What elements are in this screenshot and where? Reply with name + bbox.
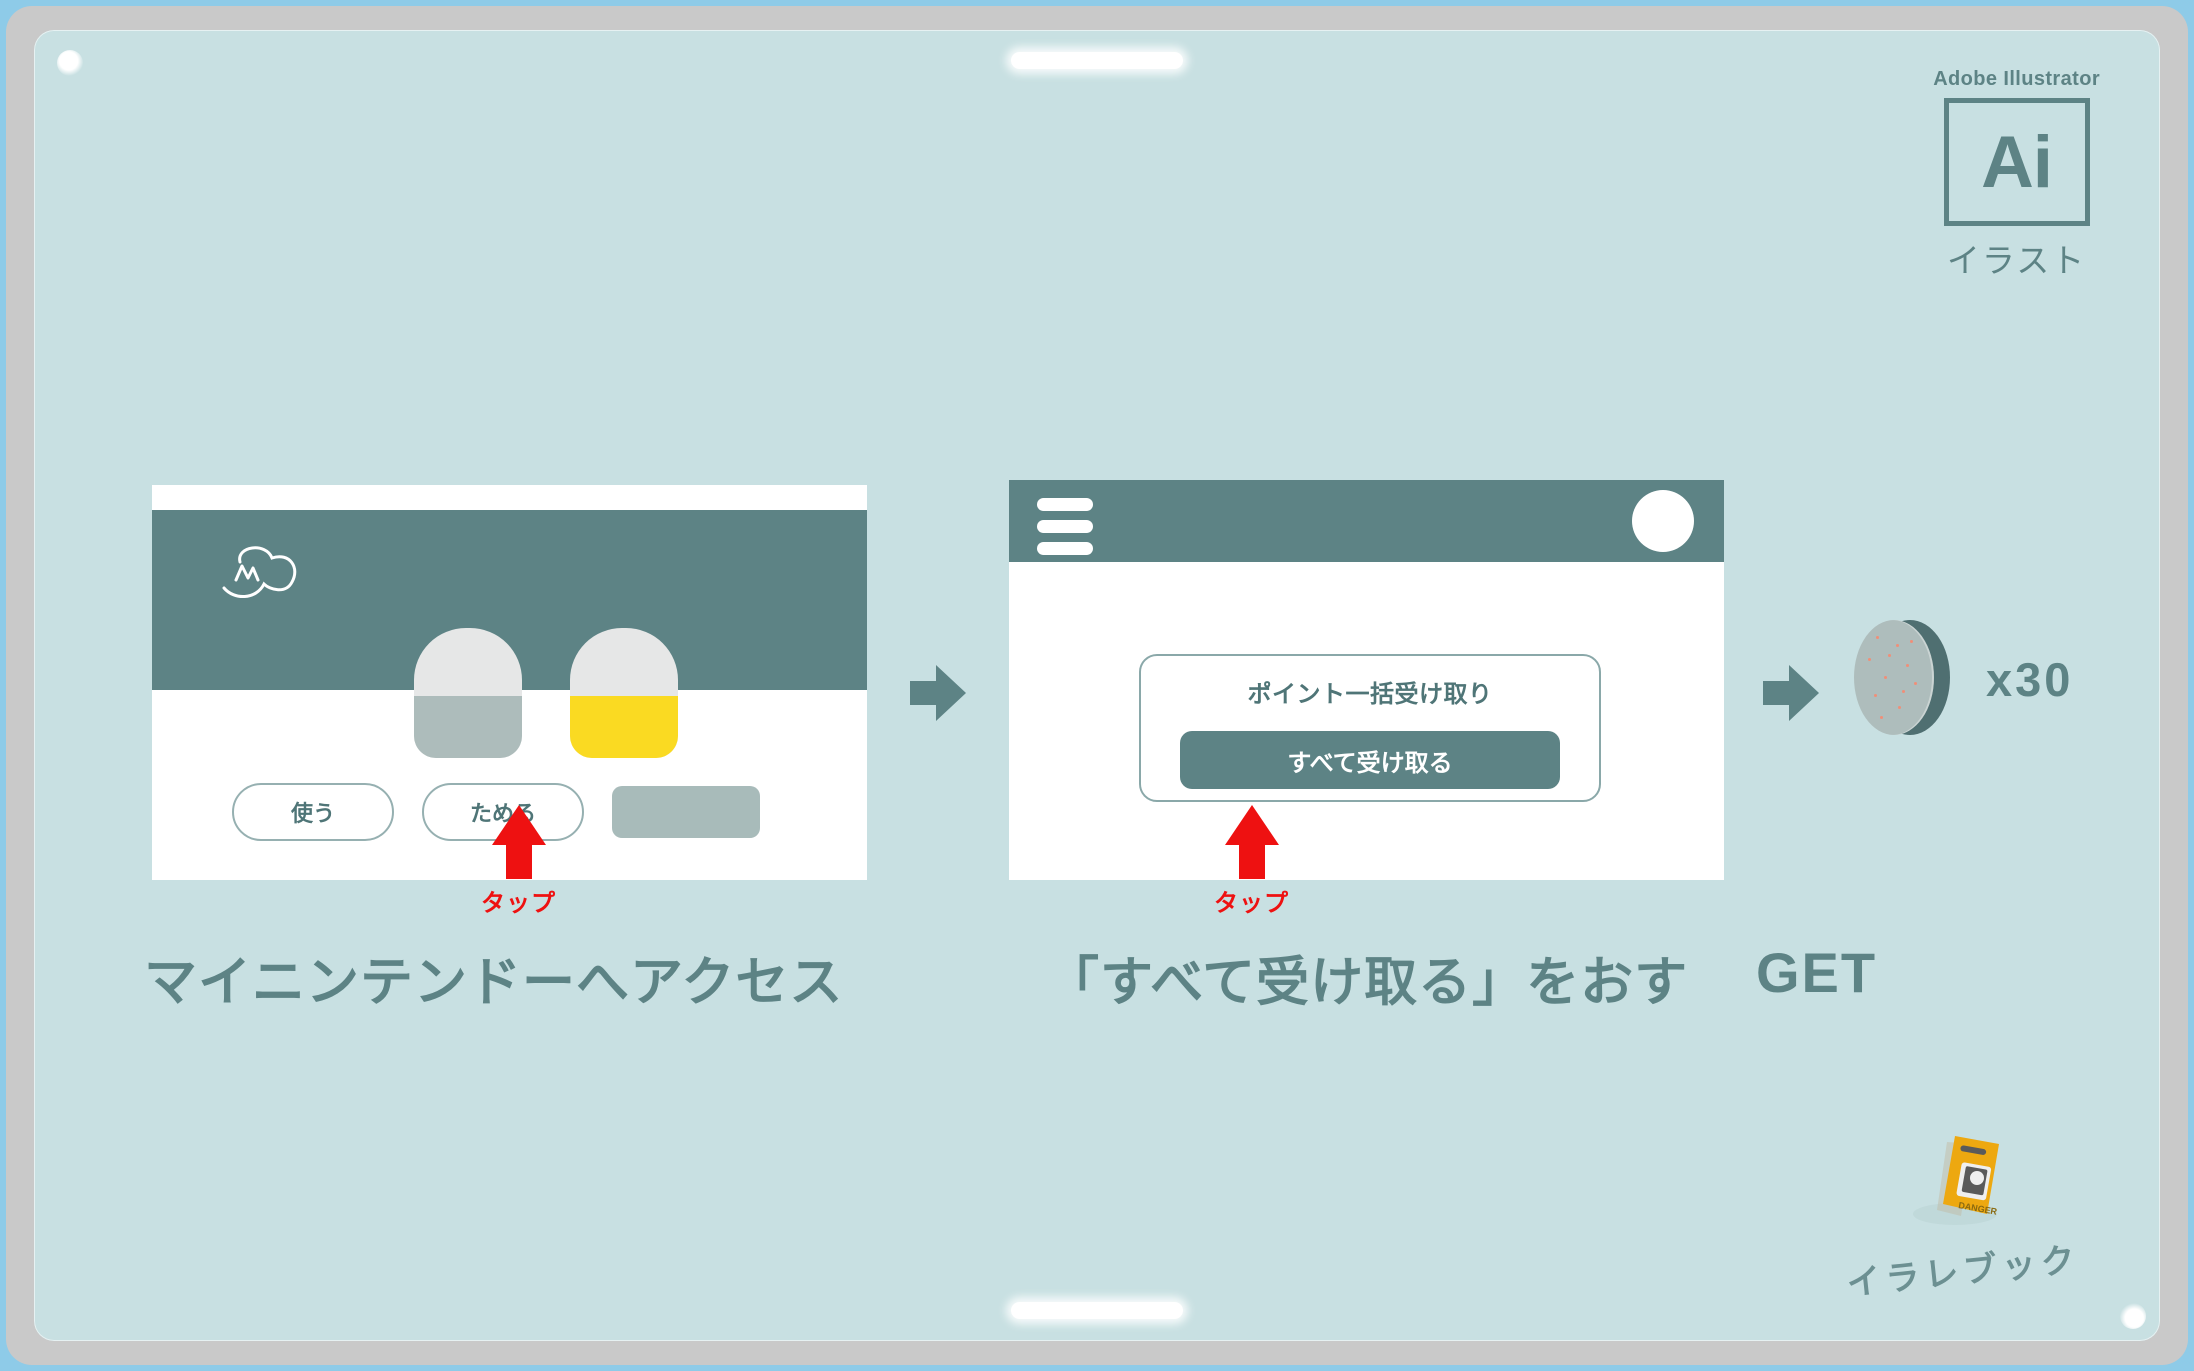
coin-icon — [1854, 620, 1950, 735]
site-watermark: DANGER イラレブック — [1845, 1118, 2082, 1303]
step-3-caption: GET — [1756, 941, 1878, 1004]
watermark-text: イラレブック — [1845, 1240, 2082, 1304]
cloud-mascot-icon — [222, 546, 297, 598]
tap-label-2: タップ — [1214, 890, 1289, 917]
top-handle-notch — [1011, 52, 1183, 69]
account-avatar-icon[interactable] — [1632, 490, 1694, 552]
steps-row: 使う ためる タップ ポイント一括受け取り すべて受け取る タップ x30 — [34, 430, 2160, 990]
flow-arrow-2-head — [1789, 665, 1819, 721]
hamburger-bar-1 — [1037, 498, 1093, 511]
capsule-gray — [414, 628, 522, 758]
reward-count-label: x30 — [1986, 653, 2074, 706]
points-claim-card: ポイント一括受け取り すべて受け取る — [1139, 654, 1601, 802]
tap-arrow-stem-1 — [505, 845, 532, 879]
corner-highlight-top-left — [57, 50, 83, 76]
badge-glyph: Ai — [1981, 121, 2053, 203]
tap-label-1: タップ — [481, 890, 556, 917]
hamburger-bar-2 — [1037, 520, 1093, 533]
phone1-status-strip — [152, 485, 867, 510]
tap-indicator-2: タップ — [1214, 805, 1289, 918]
step-2-caption: 「すべて受け取る」をおす — [1046, 953, 1689, 1012]
coin-face — [1854, 620, 1934, 735]
tap-indicator-1: タップ — [481, 805, 556, 918]
tap-arrow-stem-2 — [1238, 845, 1265, 879]
use-points-button[interactable]: 使う — [232, 783, 394, 841]
tap-arrow-head-2 — [1224, 805, 1279, 845]
adobe-illustrator-badge: Adobe Illustrator Ai イラスト — [1933, 68, 2100, 282]
capsule-group — [414, 628, 678, 758]
badge-app-name: Adobe Illustrator — [1933, 68, 2100, 90]
points-claim-title: ポイント一括受け取り — [1247, 681, 1493, 708]
captions-row: マイニンテンドーへアクセス 「すべて受け取る」をおす GET — [34, 930, 2160, 1050]
flow-arrow-1-shaft — [910, 681, 938, 705]
flow-arrow-2-shaft — [1763, 681, 1791, 705]
caution-sign-icon: DANGER — [1903, 1118, 2023, 1238]
artboard-canvas: Adobe Illustrator Ai イラスト 使う ためる タップ ポイン… — [34, 30, 2160, 1341]
capsule-gray-fill — [414, 696, 522, 758]
corner-highlight-bottom-right — [2120, 1303, 2146, 1329]
reward-group: x30 — [1854, 620, 2070, 735]
block-placeholder[interactable] — [612, 786, 760, 838]
bottom-handle-notch — [1011, 1302, 1183, 1319]
hamburger-menu-icon[interactable] — [1037, 498, 1093, 564]
hamburger-bar-3 — [1037, 542, 1093, 555]
capsule-yellow — [570, 628, 678, 758]
capsule-yellow-fill — [570, 696, 678, 758]
flow-arrow-1-head — [936, 665, 966, 721]
claim-all-button[interactable]: すべて受け取る — [1180, 731, 1560, 789]
phone1-header — [152, 510, 867, 758]
step-2-phone-mockup: ポイント一括受け取り すべて受け取る — [1009, 480, 1724, 880]
ai-logo-icon: Ai — [1943, 98, 2090, 226]
badge-subtitle: イラスト — [1946, 242, 2087, 279]
phone2-body: ポイント一括受け取り すべて受け取る — [1009, 562, 1724, 880]
phone2-header — [1009, 480, 1724, 562]
tap-arrow-head-1 — [491, 805, 546, 845]
step-1-caption: マイニンテンドーへアクセス — [144, 953, 844, 1012]
device-frame: Adobe Illustrator Ai イラスト 使う ためる タップ ポイン… — [0, 0, 2194, 1371]
